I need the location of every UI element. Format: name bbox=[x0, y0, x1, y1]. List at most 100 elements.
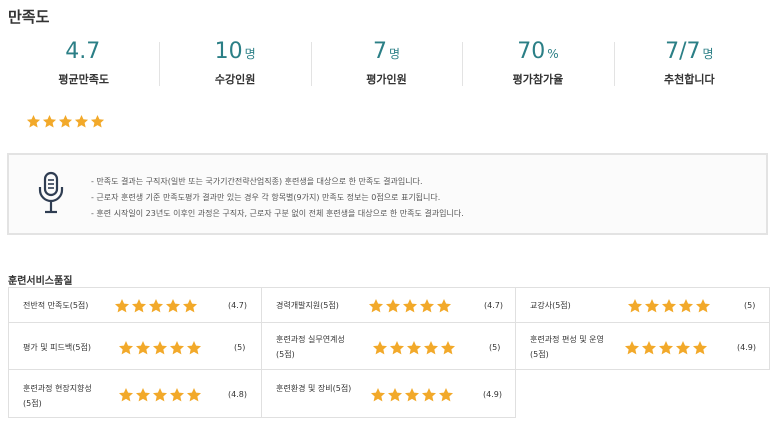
star-icon bbox=[114, 298, 130, 314]
stat-evaluators: 7명 평가인원 bbox=[310, 38, 462, 88]
stat-average-satisfaction: 4.7 평균만족도 bbox=[8, 38, 159, 88]
star-icon bbox=[627, 298, 643, 314]
star-icon bbox=[440, 340, 456, 356]
quality-item-stars bbox=[624, 340, 708, 356]
stat-label: 수강인원 bbox=[214, 73, 256, 86]
quality-item-score: 4.9 bbox=[483, 390, 502, 399]
overall-star-rating bbox=[26, 114, 105, 129]
star-icon bbox=[436, 298, 452, 314]
star-icon bbox=[74, 114, 89, 129]
stat-label: 평균만족도 bbox=[58, 73, 109, 86]
quality-item-score: 4.8 bbox=[228, 390, 247, 399]
stat-value: 4.7 bbox=[65, 39, 101, 64]
quality-item-feedback: 평가 및 피드백(5점) 5 bbox=[8, 322, 262, 370]
microphone-icon bbox=[37, 171, 65, 219]
star-icon bbox=[438, 387, 454, 403]
notice-line: - 근로자 훈련생 기준 만족도평가 결과만 있는 경우 각 항목별(9가지) … bbox=[91, 193, 441, 202]
notice-box: - 만족도 결과는 구직자(일반 또는 국가기간전략산업직종) 훈련생을 대상으… bbox=[7, 153, 768, 235]
page-title: 만족도 bbox=[8, 8, 50, 26]
stat-value: 7/7 명 bbox=[665, 39, 714, 64]
notice-text: - 만족도 결과는 구직자(일반 또는 국가기간전략산업직종) 훈련생을 대상으… bbox=[91, 174, 464, 222]
star-icon bbox=[165, 298, 181, 314]
quality-item-stars bbox=[370, 387, 454, 403]
quality-item-score: 5 bbox=[234, 343, 245, 352]
star-icon bbox=[135, 387, 151, 403]
star-icon bbox=[26, 114, 41, 129]
quality-item-label: 전반적 만족도(5점) bbox=[23, 301, 89, 310]
star-icon bbox=[152, 387, 168, 403]
star-icon bbox=[58, 114, 73, 129]
star-icon bbox=[131, 298, 147, 314]
star-icon bbox=[661, 298, 677, 314]
quality-item-field: 훈련과정 현장지향성(5점) 4.8 bbox=[8, 369, 262, 418]
quality-item-score: 4.7 bbox=[228, 301, 247, 310]
star-icon bbox=[385, 298, 401, 314]
stat-value: 70% bbox=[517, 39, 559, 64]
star-icon bbox=[387, 387, 403, 403]
star-icon bbox=[695, 298, 711, 314]
quality-item-practical: 훈련과정 실무연계성(5점) 5 bbox=[261, 322, 516, 370]
quality-item-label: 훈련환경 및 장비(5점) bbox=[276, 384, 352, 393]
star-icon bbox=[421, 387, 437, 403]
quality-item-stars bbox=[372, 340, 456, 356]
star-icon bbox=[42, 114, 57, 129]
service-quality-grid: 전반적 만족도(5점) 4.7 경력개발지원(5점) 4.7 교강사(5점) 5… bbox=[8, 287, 770, 418]
star-icon bbox=[404, 387, 420, 403]
stat-label: 추천합니다 bbox=[664, 73, 715, 86]
quality-item-stars bbox=[118, 340, 202, 356]
star-icon bbox=[169, 340, 185, 356]
stat-participation-rate: 70% 평가참가율 bbox=[462, 38, 613, 88]
star-icon bbox=[675, 340, 691, 356]
quality-item-score: 4.7 bbox=[484, 301, 503, 310]
quality-item-label: 교강사(5점) bbox=[530, 301, 571, 310]
star-icon bbox=[406, 340, 422, 356]
quality-item-label: 훈련과정 편성 및 운영(5점) bbox=[530, 335, 604, 359]
star-icon bbox=[90, 114, 105, 129]
star-icon bbox=[186, 340, 202, 356]
stat-value: 7명 bbox=[372, 39, 401, 64]
quality-item-stars bbox=[118, 387, 202, 403]
star-icon bbox=[152, 340, 168, 356]
quality-item-label: 경력개발지원(5점) bbox=[276, 301, 339, 310]
quality-item-environment: 훈련환경 및 장비(5점) 4.9 bbox=[261, 369, 516, 418]
quality-item-label: 평가 및 피드백(5점) bbox=[23, 343, 91, 352]
star-icon bbox=[370, 387, 386, 403]
stat-value: 10 명 bbox=[214, 39, 256, 64]
star-icon bbox=[419, 298, 435, 314]
stat-label: 평가참가율 bbox=[512, 73, 564, 86]
star-icon bbox=[169, 387, 185, 403]
star-icon bbox=[658, 340, 674, 356]
star-icon bbox=[148, 298, 164, 314]
quality-item-score: 5 bbox=[744, 301, 755, 310]
stats-summary: 4.7 평균만족도 10 명 수강인원 7명 평가인원 70% 평가참가율 7/7… bbox=[8, 38, 765, 88]
star-icon bbox=[118, 340, 134, 356]
quality-item-label: 훈련과정 현장지향성(5점) bbox=[23, 384, 92, 408]
star-icon bbox=[368, 298, 384, 314]
quality-item-score: 4.9 bbox=[737, 343, 756, 352]
section-title: 훈련서비스품질 bbox=[8, 276, 73, 287]
quality-item-stars bbox=[368, 298, 452, 314]
quality-item-instructor: 교강사(5점) 5 bbox=[515, 287, 770, 323]
stat-recommend: 7/7 명 추천합니다 bbox=[613, 38, 765, 88]
star-icon bbox=[182, 298, 198, 314]
notice-line: - 만족도 결과는 구직자(일반 또는 국가기간전략산업직종) 훈련생을 대상으… bbox=[91, 177, 423, 186]
star-icon bbox=[644, 298, 660, 314]
star-icon bbox=[641, 340, 657, 356]
stat-label: 평가인원 bbox=[366, 73, 407, 86]
quality-item-score: 5 bbox=[489, 343, 500, 352]
star-icon bbox=[372, 340, 388, 356]
stat-enrolled: 10 명 수강인원 bbox=[159, 38, 310, 88]
quality-item-stars bbox=[114, 298, 198, 314]
star-icon bbox=[402, 298, 418, 314]
quality-item-operation: 훈련과정 편성 및 운영(5점) 4.9 bbox=[515, 322, 770, 370]
star-icon bbox=[692, 340, 708, 356]
star-icon bbox=[678, 298, 694, 314]
star-icon bbox=[624, 340, 640, 356]
star-icon bbox=[135, 340, 151, 356]
quality-item-career: 경력개발지원(5점) 4.7 bbox=[261, 287, 516, 323]
quality-item-stars bbox=[627, 298, 711, 314]
quality-item-overall: 전반적 만족도(5점) 4.7 bbox=[8, 287, 262, 323]
star-icon bbox=[186, 387, 202, 403]
star-icon bbox=[423, 340, 439, 356]
quality-item-label: 훈련과정 실무연계성(5점) bbox=[276, 335, 345, 359]
